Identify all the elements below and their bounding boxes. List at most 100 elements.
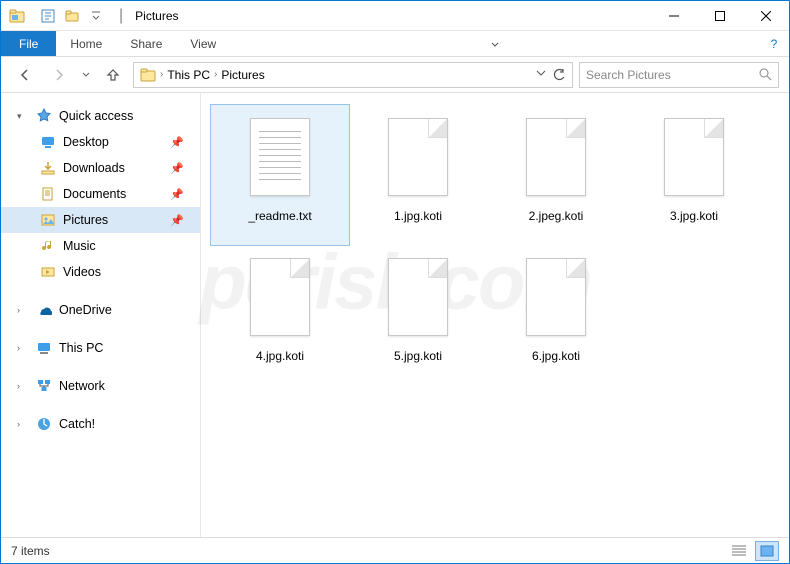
file-item[interactable]: 4.jpg.koti xyxy=(211,245,349,385)
sidebar-item-thispc[interactable]: › This PC xyxy=(1,335,200,361)
recent-dropdown-icon[interactable] xyxy=(79,61,93,89)
status-bar: 7 items xyxy=(1,537,789,563)
chevron-right-icon[interactable]: › xyxy=(17,381,29,391)
network-icon xyxy=(35,377,53,395)
sidebar-item-pictures[interactable]: Pictures 📌 xyxy=(1,207,200,233)
chevron-right-icon[interactable]: › xyxy=(160,69,163,80)
file-label: 5.jpg.koti xyxy=(394,349,442,363)
address-dropdown-icon[interactable] xyxy=(536,68,546,82)
chevron-right-icon[interactable]: › xyxy=(17,343,29,353)
chevron-right-icon[interactable]: › xyxy=(17,419,29,429)
file-icon xyxy=(383,113,453,201)
maximize-button[interactable] xyxy=(697,1,743,31)
breadcrumb-item[interactable]: This PC xyxy=(167,68,210,82)
file-list[interactable]: _readme.txt 1.jpg.koti 2.jpeg.koti 3.jpg.ko… xyxy=(201,93,789,537)
file-item[interactable]: 2.jpeg.koti xyxy=(487,105,625,245)
pin-icon: 📌 xyxy=(170,214,184,227)
ribbon-tab-home[interactable]: Home xyxy=(56,31,116,56)
pin-icon: 📌 xyxy=(170,136,184,149)
search-icon xyxy=(759,68,772,81)
sidebar-item-label: Pictures xyxy=(63,213,108,227)
content-area: ▾ Quick access Desktop📌Downloads📌Documen… xyxy=(1,93,789,537)
forward-button[interactable] xyxy=(45,61,73,89)
downloads-icon xyxy=(39,159,57,177)
back-button[interactable] xyxy=(11,61,39,89)
details-view-button[interactable] xyxy=(727,541,751,561)
ribbon-tab-view[interactable]: View xyxy=(176,31,230,56)
qat-dropdown-icon[interactable] xyxy=(85,5,107,27)
sidebar-item-catch[interactable]: › Catch! xyxy=(1,411,200,437)
file-icon xyxy=(521,253,591,341)
chevron-right-icon[interactable]: › xyxy=(17,305,29,315)
new-folder-icon[interactable] xyxy=(61,5,83,27)
star-icon xyxy=(35,107,53,125)
pin-icon: 📌 xyxy=(170,188,184,201)
sidebar-item-videos[interactable]: Videos xyxy=(1,259,200,285)
address-bar[interactable]: › This PC › Pictures xyxy=(133,62,573,88)
navigation-bar: › This PC › Pictures Search Pictures xyxy=(1,57,789,93)
file-item[interactable]: 1.jpg.koti xyxy=(349,105,487,245)
chevron-down-icon[interactable]: ▾ xyxy=(17,111,29,122)
documents-icon xyxy=(39,185,57,203)
status-item-count: 7 items xyxy=(11,544,50,558)
ribbon: File Home Share View ? xyxy=(1,31,789,57)
minimize-button[interactable] xyxy=(651,1,697,31)
sidebar-item-label: Desktop xyxy=(63,135,109,149)
file-label: 2.jpeg.koti xyxy=(529,209,584,223)
sidebar-item-onedrive[interactable]: › OneDrive xyxy=(1,297,200,323)
file-item[interactable]: _readme.txt xyxy=(211,105,349,245)
titlebar: | Pictures xyxy=(1,1,789,31)
sidebar-item-label: Videos xyxy=(63,265,101,279)
icons-view-button[interactable] xyxy=(755,541,779,561)
ribbon-help-icon[interactable]: ? xyxy=(759,31,789,56)
onedrive-icon xyxy=(35,301,53,319)
sidebar-item-label: Quick access xyxy=(59,109,133,123)
file-icon xyxy=(245,113,315,201)
music-icon xyxy=(39,237,57,255)
properties-icon[interactable] xyxy=(37,5,59,27)
file-item[interactable]: 3.jpg.koti xyxy=(625,105,763,245)
catch-icon xyxy=(35,415,53,433)
pictures-icon xyxy=(39,211,57,229)
chevron-right-icon[interactable]: › xyxy=(214,69,217,80)
file-icon xyxy=(383,253,453,341)
sidebar-item-label: Music xyxy=(63,239,96,253)
explorer-window: pcrisk.com | Pictures xyxy=(0,0,790,564)
file-label: 6.jpg.koti xyxy=(532,349,580,363)
sidebar-item-label: Documents xyxy=(63,187,126,201)
file-item[interactable]: 5.jpg.koti xyxy=(349,245,487,385)
desktop-icon xyxy=(39,133,57,151)
sidebar-item-downloads[interactable]: Downloads 📌 xyxy=(1,155,200,181)
search-placeholder: Search Pictures xyxy=(586,68,671,82)
thispc-icon xyxy=(35,339,53,357)
file-tab[interactable]: File xyxy=(1,31,56,56)
sidebar-item-documents[interactable]: Documents 📌 xyxy=(1,181,200,207)
sidebar-quick-access[interactable]: ▾ Quick access xyxy=(1,103,200,129)
sidebar-item-network[interactable]: › Network xyxy=(1,373,200,399)
videos-icon xyxy=(39,263,57,281)
sidebar-item-label: Network xyxy=(59,379,105,393)
file-label: _readme.txt xyxy=(248,209,311,223)
sidebar-item-label: OneDrive xyxy=(59,303,112,317)
pin-icon: 📌 xyxy=(170,162,184,175)
sidebar-item-label: Downloads xyxy=(63,161,125,175)
ribbon-expand-icon[interactable] xyxy=(480,31,510,56)
up-button[interactable] xyxy=(99,61,127,89)
close-button[interactable] xyxy=(743,1,789,31)
sidebar-item-label: This PC xyxy=(59,341,103,355)
sidebar-item-desktop[interactable]: Desktop 📌 xyxy=(1,129,200,155)
sidebar-item-label: Catch! xyxy=(59,417,95,431)
file-label: 1.jpg.koti xyxy=(394,209,442,223)
sidebar-item-music[interactable]: Music xyxy=(1,233,200,259)
file-item[interactable]: 6.jpg.koti xyxy=(487,245,625,385)
navigation-pane: ▾ Quick access Desktop📌Downloads📌Documen… xyxy=(1,93,201,537)
file-icon xyxy=(659,113,729,201)
refresh-icon[interactable] xyxy=(552,68,566,82)
file-icon xyxy=(521,113,591,201)
search-input[interactable]: Search Pictures xyxy=(579,62,779,88)
quick-access-toolbar xyxy=(37,5,107,27)
explorer-icon xyxy=(9,8,25,24)
breadcrumb-item[interactable]: Pictures xyxy=(221,68,264,82)
ribbon-tab-share[interactable]: Share xyxy=(116,31,176,56)
folder-icon xyxy=(140,67,156,83)
